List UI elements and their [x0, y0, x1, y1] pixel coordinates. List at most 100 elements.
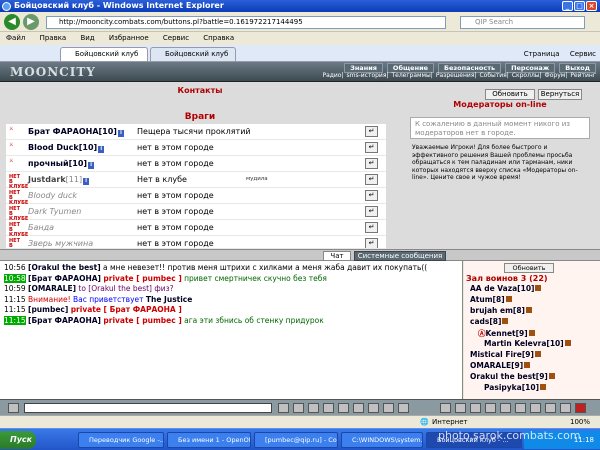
chat-tabs: Чат Системные сообщения — [0, 250, 600, 261]
room-user[interactable]: brujah em[8] — [470, 306, 532, 315]
nav-scrolls[interactable]: Скроллы — [512, 72, 540, 79]
enemy-action-button[interactable]: ↵ — [365, 222, 378, 233]
globe-icon: 🌐 — [420, 418, 429, 426]
enemy-name[interactable]: Зверь мужчина — [28, 239, 93, 248]
nav-permissions[interactable]: Разрешения — [436, 72, 475, 79]
help-icon[interactable] — [560, 403, 571, 413]
close-button[interactable]: × — [586, 1, 597, 11]
zoom-level[interactable]: 100% — [570, 416, 590, 428]
scroll-icon[interactable] — [383, 403, 394, 413]
room-refresh-button[interactable]: Обновить — [504, 263, 554, 273]
enemy-name[interactable]: прочный[10] i — [28, 159, 95, 169]
bank-icon[interactable] — [545, 403, 556, 413]
friends-icon[interactable] — [485, 403, 496, 413]
refresh-chat-icon[interactable] — [368, 403, 379, 413]
nav-rating[interactable]: Рейтинг — [570, 72, 596, 79]
room-user[interactable]: Mistical Fire[9] — [470, 350, 541, 359]
send-icon[interactable] — [278, 403, 289, 413]
back-icon[interactable]: ◀ — [4, 14, 20, 30]
enemies-title: Враги — [184, 112, 216, 122]
smile-icon[interactable] — [308, 403, 319, 413]
minimize-button[interactable]: _ — [562, 1, 573, 11]
room-user[interactable]: cads[8] — [470, 317, 509, 326]
fight-icon[interactable] — [455, 403, 466, 413]
shop-icon[interactable] — [530, 403, 541, 413]
quest-icon[interactable] — [515, 403, 526, 413]
enemy-name[interactable]: Банда — [28, 223, 54, 232]
menu-file[interactable]: Файл — [6, 34, 25, 42]
room-user[interactable]: Orakul the best[9] — [470, 372, 555, 381]
tab-system-messages[interactable]: Системные сообщения — [354, 251, 446, 261]
menu-help[interactable]: Справка — [203, 34, 234, 42]
room-user[interactable]: Atum[8] — [470, 295, 512, 304]
taskbar-item[interactable]: [pumbec@qip.ru] - Сооб... — [254, 432, 338, 448]
enemy-action-button[interactable]: ↵ — [365, 238, 378, 248]
enemy-action-button[interactable]: ↵ — [365, 174, 378, 185]
mail-icon[interactable] — [500, 403, 511, 413]
game-header: MOONCITY Знания Общение Безопасность Персон… — [0, 62, 600, 82]
search-input[interactable]: QIP Search — [460, 16, 585, 29]
refresh-button[interactable]: Обновить — [485, 89, 535, 100]
room-user[interactable]: OMARALE[9] — [470, 361, 531, 370]
enemy-name[interactable]: Dark Tyumen — [28, 207, 81, 216]
enemy-action-button[interactable]: ↵ — [365, 142, 378, 153]
enemy-action-button[interactable]: ↵ — [365, 126, 378, 137]
arrow-icon[interactable] — [8, 403, 19, 413]
map-icon[interactable] — [470, 403, 481, 413]
enemy-location: нет в этом городе — [137, 191, 214, 200]
info-icon[interactable]: i — [83, 178, 90, 185]
inventory-icon[interactable] — [440, 403, 451, 413]
menu-favorites[interactable]: Избранное — [109, 34, 149, 42]
nav-telegrams[interactable]: Телеграммы — [391, 72, 430, 79]
chat-input[interactable] — [24, 403, 272, 413]
page-menu[interactable]: Страница — [524, 50, 560, 58]
tab-chat[interactable]: Чат — [323, 251, 351, 261]
filter-icon[interactable] — [323, 403, 334, 413]
window-titlebar: Бойцовский клуб - Windows Internet Explo… — [0, 0, 600, 12]
translit-icon[interactable] — [353, 403, 364, 413]
room-user[interactable]: AA de Vaza[10] — [470, 284, 542, 293]
enemy-name[interactable]: Blood Duck[10] i — [28, 143, 105, 153]
sound-icon[interactable] — [398, 403, 409, 413]
chat-line: 11:15 Внимание! Вас приветствует The Jus… — [4, 294, 193, 304]
enemy-action-button[interactable]: ↵ — [365, 190, 378, 201]
menu-view[interactable]: Вид — [80, 34, 94, 42]
clan-icon — [524, 362, 531, 368]
contacts-panel: Контакты Враги Обновить Вернуться Модера… — [0, 82, 600, 250]
nav-events[interactable]: События — [479, 72, 506, 79]
enemy-action-button[interactable]: ↵ — [365, 206, 378, 217]
taskbar-item[interactable]: Без имени 1 - OpenOf... — [167, 432, 251, 448]
tools-menu[interactable]: Сервис — [570, 50, 596, 58]
start-button[interactable]: Пуск — [0, 431, 36, 449]
back-button[interactable]: Вернуться — [538, 89, 582, 100]
enemy-row: НЕТ В КЛУБЕ Bloody duck нет в этом город… — [6, 188, 386, 206]
info-icon[interactable]: i — [88, 162, 95, 169]
chat-settings-icon[interactable] — [338, 403, 349, 413]
forward-icon[interactable]: ▶ — [23, 14, 39, 30]
taskbar-item[interactable]: C:\WINDOWS\system... — [341, 432, 423, 448]
info-icon[interactable]: i — [117, 130, 124, 137]
clear-icon[interactable] — [293, 403, 304, 413]
nav-sms[interactable]: sms-история — [347, 72, 387, 79]
enemy-name[interactable]: Брат ФАРАОНА[10] i — [28, 127, 124, 137]
room-user[interactable]: ⒶKennet[9] — [478, 328, 535, 339]
info-icon[interactable]: i — [98, 146, 105, 153]
room-user[interactable]: Pasipyka[10] — [484, 383, 546, 392]
exit-icon[interactable] — [575, 403, 586, 413]
maximize-button[interactable]: □ — [574, 1, 585, 11]
enemy-location: нет в этом городе — [137, 207, 214, 216]
tab-combats-1[interactable]: Бойцовский клуб — [60, 47, 148, 61]
menu-tools[interactable]: Сервис — [163, 34, 189, 42]
clan-icon — [540, 384, 546, 390]
enemy-action-button[interactable]: ↵ — [365, 158, 378, 169]
address-bar: ◀ ▶ http://mooncity.combats.com/buttons.… — [0, 12, 600, 32]
tab-combats-2[interactable]: Бойцовский клуб — [150, 47, 236, 61]
menu-edit[interactable]: Правка — [40, 34, 67, 42]
room-user[interactable]: Martin Kelevra[10] — [484, 339, 571, 348]
taskbar-item[interactable]: Переводчик Google -... — [78, 432, 164, 448]
url-field[interactable]: http://mooncity.combats.com/buttons.pl?b… — [46, 16, 446, 29]
nav-radio[interactable]: Радио — [322, 72, 341, 79]
nav-forum[interactable]: Форум — [545, 72, 566, 79]
enemy-name[interactable]: Bloody duck — [28, 191, 77, 200]
enemy-name[interactable]: Justdark[11] i — [28, 175, 90, 185]
